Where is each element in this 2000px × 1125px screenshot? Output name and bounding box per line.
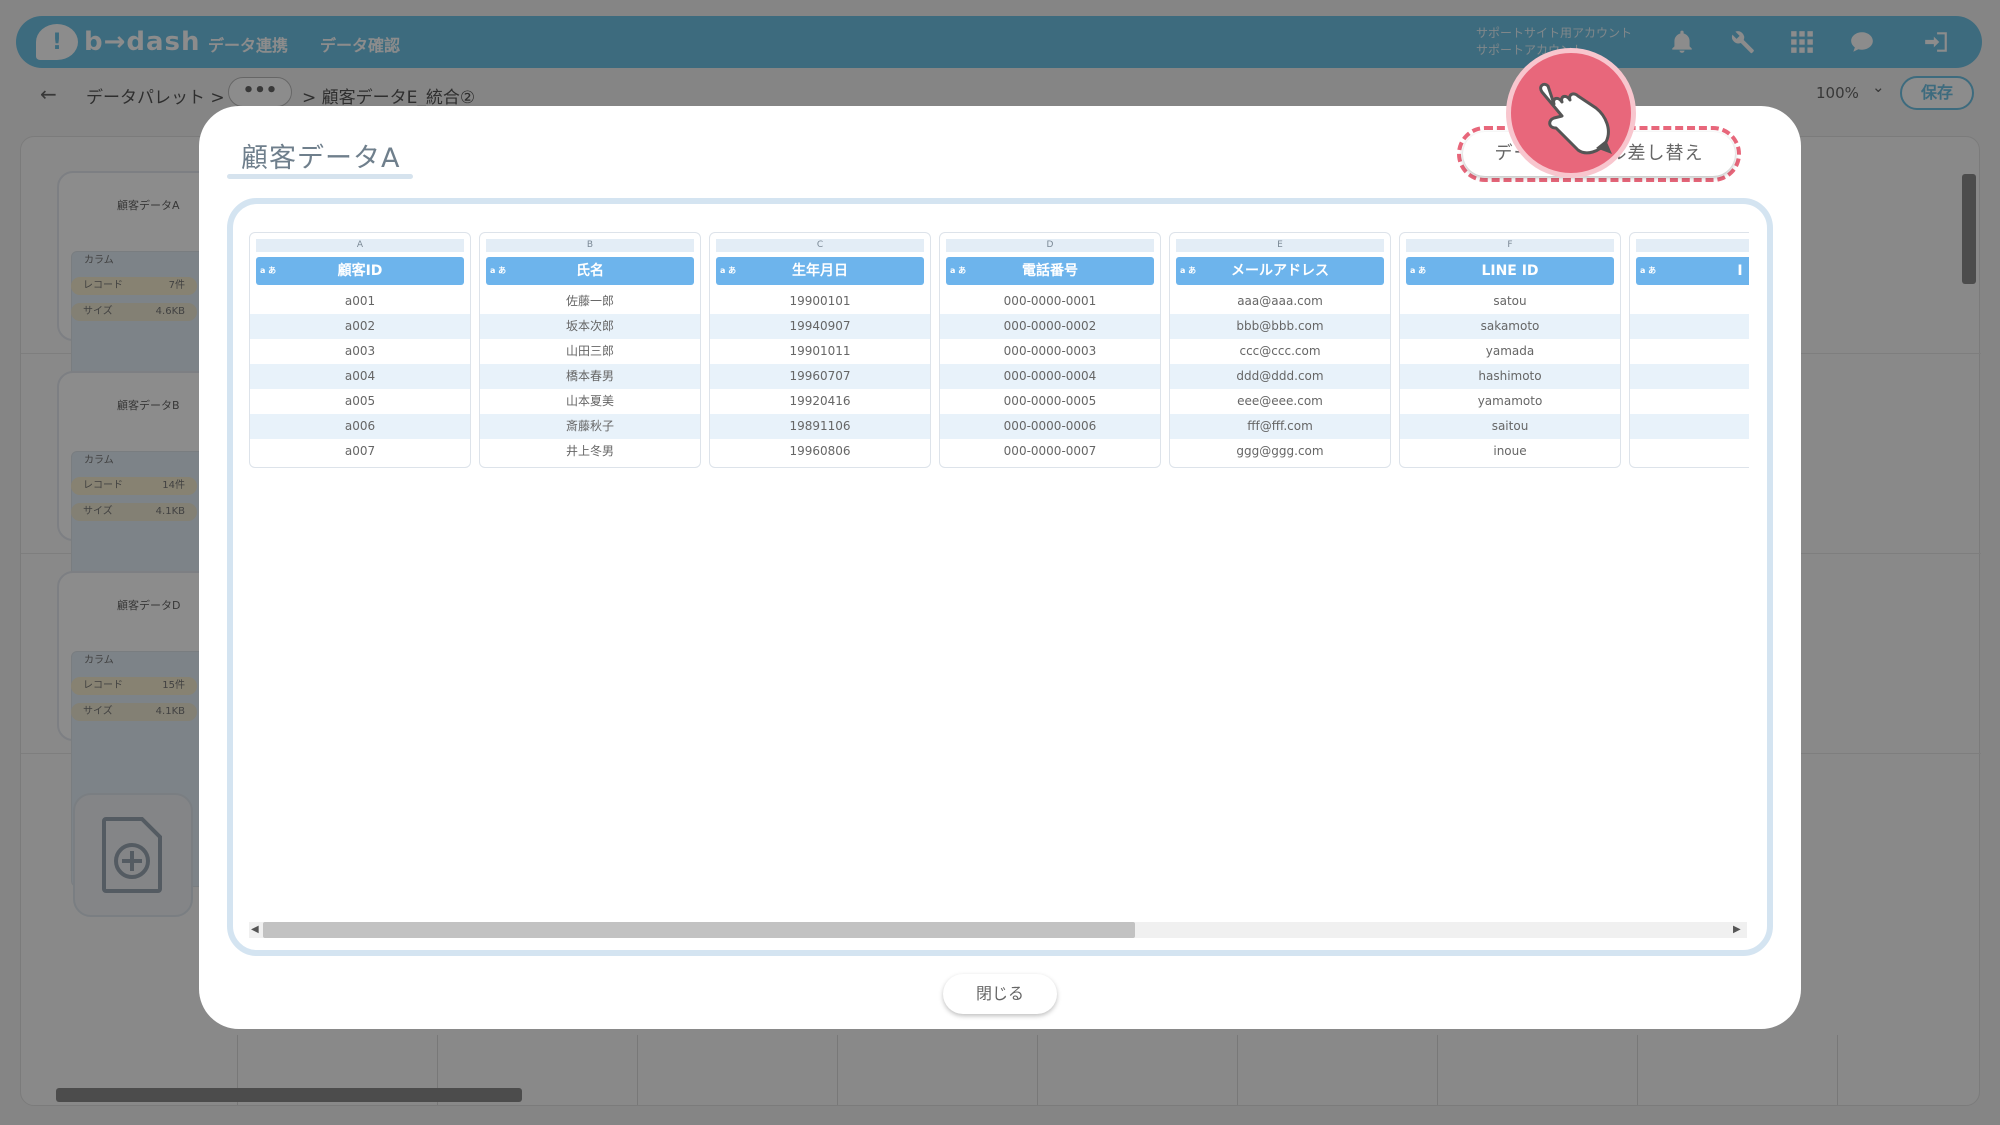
table-column[interactable]: Aa あ 顧客ID a001 a002 a003 a004 a005 a006 a007	[249, 232, 471, 468]
column-header[interactable]: a あ LINE ID	[1406, 257, 1614, 285]
table-cell: kv0483	[1630, 414, 1749, 439]
table-cell: a004	[250, 364, 470, 389]
column-letter: F	[1406, 239, 1614, 252]
column-header-label: I	[1737, 263, 1743, 279]
table-cell: 000-0000-0003	[1003, 344, 1097, 358]
table-column[interactable]: Da あ 電話番号 000-0000-0001 000-0000-0002 000-00…	[939, 232, 1161, 468]
column-letter: D	[946, 239, 1154, 252]
column-header[interactable]: a あ 生年月日	[716, 257, 924, 285]
column-letter: E	[1176, 239, 1384, 252]
column-header[interactable]: a あ 電話番号	[946, 257, 1154, 285]
text-type-icon: a あ	[260, 266, 277, 275]
table-cell: 橋本春男	[480, 364, 700, 389]
text-type-icon: a あ	[490, 266, 507, 275]
table-cell: vs354t	[1630, 289, 1749, 314]
table-cell: 山田三郎	[565, 344, 614, 358]
table-cell: inoue	[1493, 444, 1527, 458]
table-cell: 斎藤秋子	[480, 414, 700, 439]
table-cell: 山本夏美	[565, 394, 614, 408]
column-header-label: 生年月日	[792, 263, 848, 279]
column-header[interactable]: a あI	[1636, 257, 1749, 285]
table-cell: yamada	[1485, 344, 1535, 358]
data-table-columns[interactable]: Aa あ 顧客ID a001 a002 a003 a004 a005 a006 a007 Ba あ…	[249, 232, 1749, 472]
table-cell: ccc@ccc.com	[1239, 344, 1321, 358]
table-cell: 坂本次郎	[480, 314, 700, 339]
table-cell: yamamoto	[1477, 394, 1543, 408]
table-cell: a002	[250, 314, 470, 339]
table-cell: v934	[1630, 364, 1749, 389]
text-type-icon: a あ	[720, 266, 737, 275]
table-cell: eee@eee.com	[1237, 394, 1323, 408]
table-cell: ddd@ddd.com	[1170, 364, 1390, 389]
table-cell: 19901011	[789, 344, 851, 358]
scrollbar-thumb[interactable]	[263, 922, 1135, 938]
table-cell: a006	[250, 414, 470, 439]
table-cell: bbb@bbb.com	[1170, 314, 1390, 339]
table-column[interactable]: Fa あ LINE ID satou sakamoto yamada hashimoto y…	[1399, 232, 1621, 468]
table-cell: vsovur7	[1630, 314, 1749, 339]
text-type-icon: a あ	[1410, 266, 1427, 275]
table-cell: a005	[344, 394, 376, 408]
close-button[interactable]: 閉じる	[943, 974, 1057, 1014]
table-cell: sakamoto	[1400, 314, 1620, 339]
table-cell: 19920416	[789, 394, 851, 408]
scroll-right-arrow-icon[interactable]: ▶	[1733, 922, 1741, 938]
column-header-label: 電話番号	[1022, 263, 1078, 279]
data-preview-modal: 顧客データA データファイル差し替え Aa あ顧客IDa001a002a003a…	[199, 106, 1801, 1029]
column-header-label: LINE ID	[1481, 263, 1539, 279]
table-cell: jv04	[1630, 389, 1749, 414]
column-letter: C	[716, 239, 924, 252]
table-cell: satou	[1493, 294, 1527, 308]
column-header[interactable]: a あ 氏名	[486, 257, 694, 285]
table-cell: 000-0000-0006	[940, 414, 1160, 439]
pointing-hand-icon	[1506, 48, 1636, 178]
table-cell: 000-0000-0002	[940, 314, 1160, 339]
title-underline	[227, 174, 413, 179]
column-header-label: 顧客ID	[337, 263, 383, 279]
column-header[interactable]: a あ メールアドレス	[1176, 257, 1384, 285]
table-column[interactable]: Ea あ メールアドレス aaa@aaa.com bbb@bbb.com ccc@ccc…	[1169, 232, 1391, 468]
column-letter	[1636, 239, 1749, 252]
text-type-icon: a あ	[1640, 266, 1657, 275]
table-cell: saitou	[1400, 414, 1620, 439]
table-cell: 000-0000-0001	[1003, 294, 1097, 308]
column-letter: B	[486, 239, 694, 252]
table-cell: fff@fff.com	[1170, 414, 1390, 439]
table-cell: a003	[344, 344, 376, 358]
column-header[interactable]: a あ 顧客ID	[256, 257, 464, 285]
column-header-label: メールアドレス	[1231, 263, 1329, 279]
table-cell: ggg@ggg.com	[1236, 444, 1324, 458]
table-cell: h94v	[1630, 339, 1749, 364]
table-column[interactable]: a あ Ivs354tvsovur7h94vv934jv04kv0483krgo9	[1629, 232, 1749, 468]
table-cell: 19940907	[710, 314, 930, 339]
scroll-left-arrow-icon[interactable]: ◀	[251, 922, 259, 938]
modal-title: 顧客データA	[241, 143, 401, 174]
table-cell: 井上冬男	[565, 444, 614, 458]
column-header-label: 氏名	[576, 263, 604, 279]
text-type-icon: a あ	[950, 266, 967, 275]
table-cell: 19900101	[789, 294, 851, 308]
table-cell: 19960806	[789, 444, 851, 458]
table-cell: 19960707	[710, 364, 930, 389]
table-horizontal-scrollbar[interactable]: ◀ ▶	[249, 918, 1747, 940]
table-cell: 000-0000-0004	[940, 364, 1160, 389]
table-column[interactable]: Ba あ 氏名佐藤一郎坂本次郎山田三郎橋本春男山本夏美斎藤秋子井上冬男	[479, 232, 701, 468]
table-column[interactable]: Ca あ 生年月日 19900101 19940907 19901011 19960707…	[709, 232, 931, 468]
table-cell: 000-0000-0005	[1003, 394, 1097, 408]
table-cell: hashimoto	[1400, 364, 1620, 389]
table-cell: aaa@aaa.com	[1237, 294, 1323, 308]
table-cell: krgo9	[1630, 439, 1749, 464]
data-table-frame: Aa あ 顧客ID a001 a002 a003 a004 a005 a006 a007 Ba あ…	[227, 198, 1773, 956]
table-cell: 佐藤一郎	[565, 294, 614, 308]
table-cell: 19891106	[710, 414, 930, 439]
column-letter: A	[256, 239, 464, 252]
table-cell: 000-0000-0007	[1003, 444, 1097, 458]
table-cell: a001	[344, 294, 376, 308]
text-type-icon: a あ	[1180, 266, 1197, 275]
table-cell: a007	[344, 444, 376, 458]
